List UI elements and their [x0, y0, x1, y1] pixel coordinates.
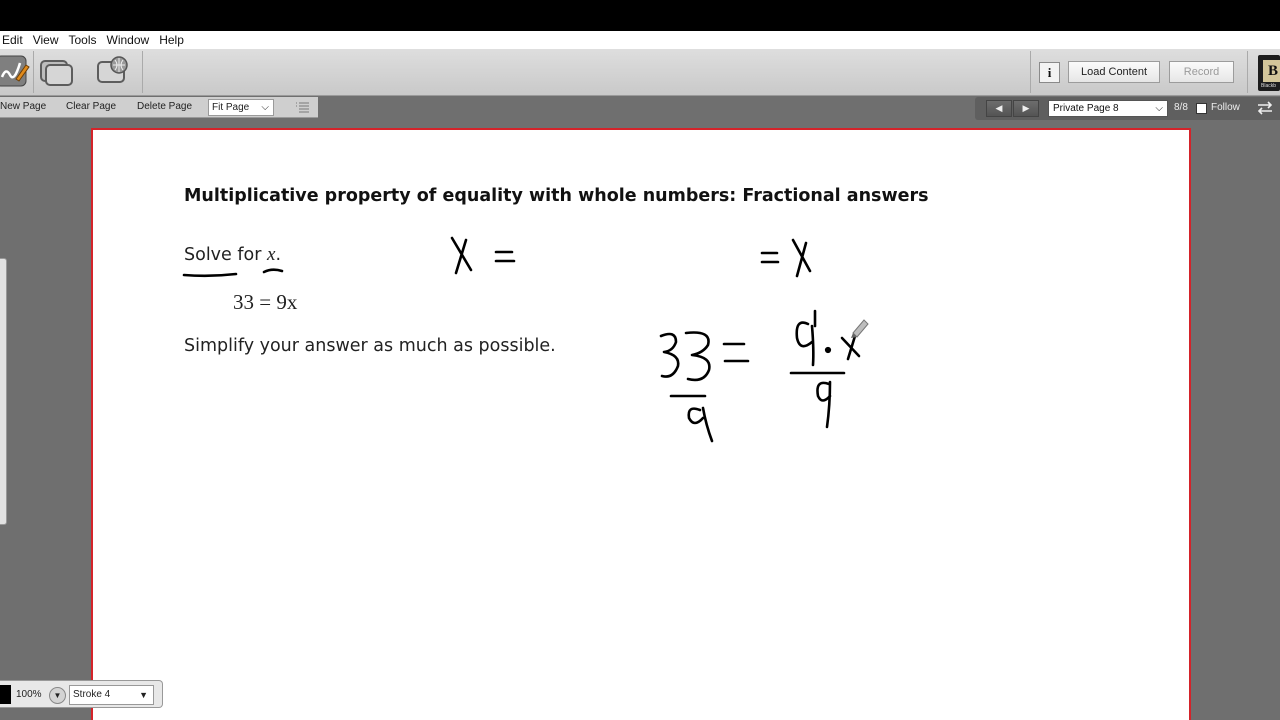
menu-help[interactable]: Help: [159, 33, 184, 47]
toolbar-separator: [1247, 51, 1248, 93]
fit-page-select[interactable]: Fit Page ⌵: [208, 99, 274, 116]
whiteboard-canvas[interactable]: [91, 128, 1191, 720]
ink-properties-bar: 100% ▼ Stroke 4 ▼: [0, 680, 163, 708]
stroke-select[interactable]: Stroke 4 ▼: [69, 685, 154, 705]
menu-tools[interactable]: Tools: [68, 33, 96, 47]
left-tool-palette[interactable]: [0, 258, 7, 525]
follow-label: Follow: [1211, 102, 1240, 113]
chevron-down-icon: ⌵: [1155, 103, 1163, 114]
logo-text: Blackb: [1261, 83, 1277, 89]
solve-prefix: Solve for: [184, 245, 267, 265]
record-button[interactable]: Record: [1169, 61, 1234, 83]
new-page-button[interactable]: New Page: [0, 101, 46, 112]
chevron-down-icon: ⌵: [261, 102, 269, 113]
simplify-instruction: Simplify your answer as much as possible…: [184, 336, 556, 356]
delete-page-button[interactable]: Delete Page: [137, 101, 192, 112]
toolbar-separator: [33, 51, 34, 93]
screen-share-icon[interactable]: [38, 53, 76, 91]
zoom-dropdown-button[interactable]: ▼: [49, 687, 66, 704]
page-select-value: Private Page 8: [1053, 103, 1119, 114]
problem-equation: 33 = 9x: [233, 290, 298, 314]
solve-instruction: Solve for x.: [184, 244, 281, 266]
next-page-button[interactable]: ▶: [1013, 100, 1039, 117]
main-toolbar: i Load Content Record: [0, 49, 1280, 96]
toolbar-separator: [142, 51, 143, 93]
fit-page-value: Fit Page: [212, 102, 250, 113]
logo-letter: B: [1263, 60, 1280, 82]
web-tour-icon[interactable]: [95, 53, 133, 91]
swap-arrows-icon[interactable]: [1255, 99, 1275, 117]
page-navigation: ◀ ▶ Private Page 8 ⌵ 8/8 Follow: [975, 97, 1280, 120]
toolbar-separator: [1030, 51, 1031, 93]
info-button[interactable]: i: [1039, 62, 1060, 83]
page-count: 8/8: [1174, 102, 1188, 113]
dropdown-arrow-icon: ▼: [139, 690, 148, 700]
page-toolbar: New Page Clear Page Delete Page Fit Page…: [0, 97, 318, 118]
problem-title: Multiplicative property of equality with…: [184, 186, 929, 206]
menu-view[interactable]: View: [33, 33, 59, 47]
menu-bar: Edit View Tools Window Help: [0, 31, 1280, 49]
solve-suffix: .: [275, 245, 282, 265]
blackboard-logo: B Blackb: [1258, 55, 1280, 91]
menu-window[interactable]: Window: [107, 33, 150, 47]
page-list-icon[interactable]: [295, 100, 311, 114]
pen-tool-icon[interactable]: [0, 53, 32, 91]
ink-color-swatch[interactable]: [0, 685, 11, 704]
follow-checkbox[interactable]: [1196, 103, 1207, 114]
previous-page-button[interactable]: ◀: [986, 100, 1012, 117]
load-content-button[interactable]: Load Content: [1068, 61, 1160, 83]
menu-edit[interactable]: Edit: [2, 33, 23, 47]
zoom-level: 100%: [16, 689, 42, 700]
page-select[interactable]: Private Page 8 ⌵: [1048, 100, 1168, 117]
clear-page-button[interactable]: Clear Page: [66, 101, 116, 112]
title-bar: [0, 0, 1280, 31]
stroke-value: Stroke 4: [73, 689, 111, 700]
